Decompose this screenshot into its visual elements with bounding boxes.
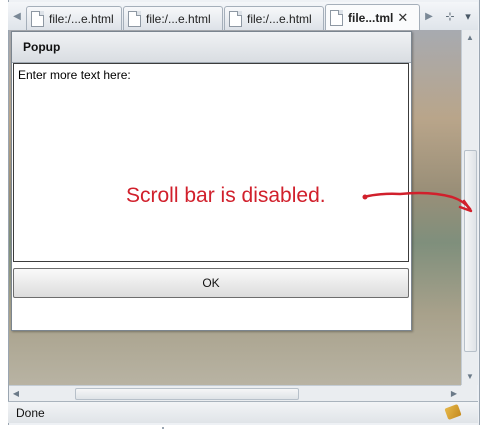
dropdown-icon[interactable]: ▾	[460, 8, 476, 26]
ok-button[interactable]: OK	[13, 268, 409, 298]
tab-4-active[interactable]: file...tml ✕	[325, 4, 420, 31]
horizontal-scroll-thumb[interactable]	[75, 388, 299, 400]
tab-label: file...tml	[348, 11, 394, 25]
tab-label: file:/...e.html	[247, 11, 312, 26]
scroll-down-icon[interactable]: ▼	[462, 369, 478, 385]
tab-scroll-left-button[interactable]: ◀	[10, 8, 24, 26]
status-text: Done	[16, 406, 45, 420]
annotation-text: Scroll bar is disabled.	[126, 184, 326, 207]
popup-titlebar[interactable]: Popup	[12, 32, 411, 63]
scroll-left-icon[interactable]: ◀	[9, 386, 23, 401]
tab-label: file:/...e.html	[146, 11, 211, 26]
status-icon[interactable]	[444, 403, 462, 421]
chevron-left-icon: ◀	[13, 11, 21, 22]
popup-text-area[interactable]: Enter more text here:	[13, 63, 409, 262]
tab-strip: ◀ file:/...e.html file:/...e.html file:/…	[8, 2, 478, 31]
pin-icon[interactable]: ⊹	[442, 8, 458, 26]
vertical-scroll-thumb[interactable]	[464, 150, 477, 352]
divider-dot	[162, 427, 164, 429]
scroll-right-icon[interactable]: ▶	[447, 386, 461, 401]
tab-scroll-right-button[interactable]: ▶	[422, 8, 436, 26]
tab-3[interactable]: file:/...e.html	[224, 6, 324, 30]
annotation-arrow-icon	[362, 191, 473, 213]
chevron-right-icon: ▶	[425, 11, 433, 22]
status-bar: Done	[8, 401, 478, 423]
popup-dialog: Popup Enter more text here: OK	[11, 31, 412, 331]
page-icon	[229, 10, 242, 27]
close-icon[interactable]: ✕	[397, 10, 408, 26]
tab-2[interactable]: file:/...e.html	[123, 6, 223, 30]
horizontal-scrollbar[interactable]: ◀ ▶	[9, 385, 461, 401]
tab-1[interactable]: file:/...e.html	[26, 6, 122, 30]
tab-label: file:/...e.html	[49, 11, 114, 26]
page-icon	[330, 10, 343, 26]
page-icon	[128, 10, 141, 27]
scrollbar-corner	[461, 385, 477, 401]
popup-title: Popup	[23, 40, 61, 54]
scroll-up-icon[interactable]: ▲	[462, 30, 478, 46]
page-icon	[31, 10, 44, 27]
